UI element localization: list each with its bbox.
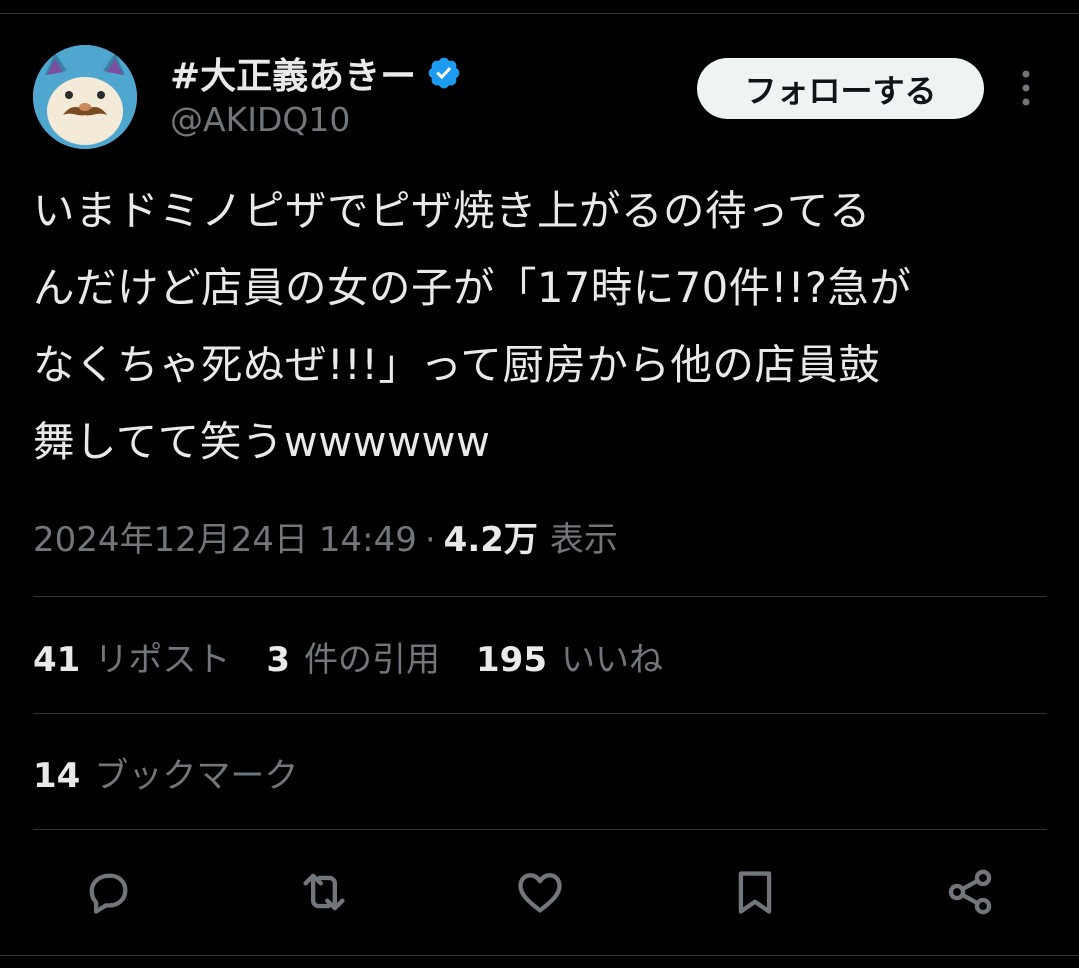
reply-icon[interactable] — [78, 860, 138, 924]
top-divider — [0, 13, 1079, 14]
author-name[interactable]: #大正義あきー — [170, 47, 416, 99]
bottom-divider — [0, 955, 1079, 956]
author-handle[interactable]: @AKIDQ10 — [170, 100, 350, 139]
bookmarks-label: ブックマーク — [94, 756, 299, 796]
likes-label: いいね — [560, 640, 663, 680]
divider — [33, 829, 1047, 830]
divider — [33, 713, 1047, 714]
reposts-stat[interactable]: 41 リポスト — [33, 632, 230, 681]
verified-badge-icon — [426, 55, 462, 91]
stats-row: 41 リポスト 3 件の引用 195 いいね — [33, 632, 699, 681]
likes-count: 195 — [476, 640, 547, 680]
quotes-count: 3 — [266, 640, 290, 680]
tweet-meta: 2024年12月24日 14:49 · 4.2万 表示 — [33, 512, 618, 561]
views-label: 表示 — [549, 520, 618, 560]
likes-stat[interactable]: 195 いいね — [476, 632, 663, 681]
share-icon[interactable] — [940, 860, 1000, 924]
action-bar — [0, 860, 1079, 924]
reposts-label: リポスト — [94, 640, 231, 680]
views-count: 4.2万 — [443, 520, 538, 560]
bookmarks-stat[interactable]: 14 ブックマーク — [33, 748, 298, 797]
avatar[interactable] — [33, 45, 137, 149]
tweet-text: いまドミノピザでピザ焼き上がるの待ってる んだけど店員の女の子が「17時に70件… — [33, 186, 912, 466]
heart-icon[interactable] — [510, 860, 570, 924]
follow-button[interactable]: フォローする — [697, 58, 984, 119]
divider — [33, 596, 1047, 597]
tweet-timestamp[interactable]: 2024年12月24日 14:49 — [33, 512, 417, 561]
bookmarks-count: 14 — [33, 756, 81, 796]
quotes-stat[interactable]: 3 件の引用 — [266, 632, 440, 681]
author-name-row: #大正義あきー — [170, 47, 462, 99]
reposts-count: 41 — [33, 640, 81, 680]
quotes-label: 件の引用 — [304, 640, 440, 680]
repost-icon[interactable] — [294, 860, 354, 924]
bookmark-icon[interactable] — [725, 860, 785, 924]
meta-separator: · — [424, 520, 436, 560]
more-vertical-icon[interactable] — [1010, 70, 1042, 106]
avatar-image — [33, 45, 137, 149]
